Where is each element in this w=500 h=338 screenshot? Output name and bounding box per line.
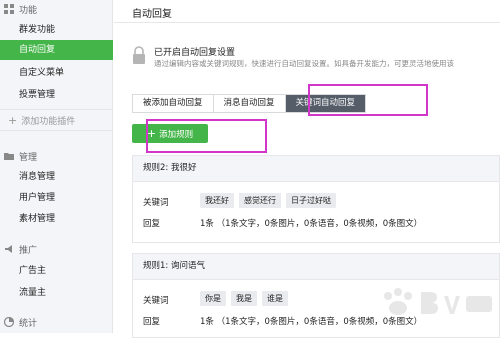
folder-icon (4, 153, 14, 160)
reply-summary: 1条 （1条文字，0条图片，0条语音，0条视频，0条图文） (200, 219, 423, 229)
sidebar-header-promo: 推广 (0, 240, 113, 258)
keyword-label: 关键词 (143, 296, 169, 306)
sidebar-header-promo-label: 推广 (19, 245, 38, 256)
rule-keywords-row: 关键词 我还好 感觉还行 日子过好哒 (133, 191, 499, 211)
keyword-tag: 感觉还行 (239, 193, 281, 208)
sidebar-section-function: 功能 群发功能 自动回复 自定义菜单 投票管理 + 添加功能插件 (0, 0, 113, 131)
tab-keyword-reply[interactable]: 关键词自动回复 (285, 95, 366, 112)
keyword-tag: 日子过好哒 (286, 193, 336, 208)
chart-icon (4, 317, 14, 327)
sidebar-section-promo: 推广 广告主 流量主 (0, 240, 113, 303)
lock-icon (133, 46, 145, 64)
keyword-tag: 谁是 (262, 291, 288, 306)
watermark-logo (384, 288, 492, 315)
keyword-tag: 你是 (200, 291, 226, 306)
sidebar-item-vote[interactable]: 投票管理 (0, 85, 113, 105)
reply-label: 回复 (143, 219, 161, 229)
rule-reply-row: 回复 1条 （1条文字，0条图片，0条语音，0条视频，0条图文） (133, 212, 499, 232)
reply-type-tabs: 被添加自动回复 消息自动回复 关键词自动回复 (132, 94, 367, 113)
megaphone-icon (5, 245, 12, 253)
sidebar-item-custom-menu[interactable]: 自定义菜单 (0, 63, 113, 83)
status-description: 通过编辑内容或关键词规则，快速进行自动回复设置。如具备开发能力，可更灵活地使用该 (154, 59, 454, 68)
sidebar-item-advertiser[interactable]: 广告主 (0, 261, 113, 281)
page-title: 自动回复 (132, 9, 172, 20)
keyword-list: 我还好 感觉还行 日子过好哒 (200, 193, 336, 208)
tab-added-reply[interactable]: 被添加自动回复 (133, 95, 214, 112)
rule-title[interactable]: 规则1: 询问语气 (133, 254, 499, 280)
sidebar-item-mass-send[interactable]: 群发功能 (0, 20, 113, 40)
add-plugin-label: 添加功能插件 (21, 116, 76, 127)
sidebar-section-manage: 管理 消息管理 用户管理 素材管理 (0, 147, 113, 229)
title-divider (114, 22, 500, 23)
add-rule-button[interactable]: + 添加规则 (132, 124, 208, 143)
sidebar: 功能 群发功能 自动回复 自定义菜单 投票管理 + 添加功能插件 管理 消息管理… (0, 0, 113, 333)
sidebar-item-materials[interactable]: 素材管理 (0, 209, 113, 229)
sidebar-item-messages[interactable]: 消息管理 (0, 167, 113, 187)
reply-label: 回复 (143, 317, 161, 327)
rule-card: 规则2: 我很好 关键词 我还好 感觉还行 日子过好哒 回复 1条 （1条文字，… (132, 155, 500, 243)
add-rule-label: 添加规则 (159, 129, 194, 140)
sidebar-item-auto-reply[interactable]: 自动回复 (0, 40, 113, 60)
keyword-label: 关键词 (143, 198, 169, 208)
tab-message-reply[interactable]: 消息自动回复 (213, 95, 286, 112)
plus-icon: + (146, 127, 157, 140)
sidebar-header-function: 功能 (0, 0, 113, 18)
keyword-list: 你是 我是 谁是 (200, 291, 288, 306)
add-plugin-button[interactable]: + 添加功能插件 (0, 109, 113, 131)
grid-icon (4, 4, 14, 14)
status-title: 已开启自动回复设置 (154, 48, 236, 58)
sidebar-item-traffic-owner[interactable]: 流量主 (0, 283, 113, 303)
plus-icon: + (8, 113, 18, 127)
sidebar-section-stats: 统计 (0, 313, 113, 331)
sidebar-header-manage-label: 管理 (19, 152, 38, 163)
sidebar-header-stats: 统计 (0, 313, 113, 331)
keyword-tag: 我是 (231, 291, 257, 306)
sidebar-item-users[interactable]: 用户管理 (0, 188, 113, 208)
sidebar-header-stats-label: 统计 (19, 318, 38, 329)
sidebar-header-manage: 管理 (0, 147, 113, 165)
sidebar-header-function-label: 功能 (19, 5, 38, 16)
rule-title[interactable]: 规则2: 我很好 (133, 156, 499, 182)
keyword-tag: 我还好 (200, 193, 234, 208)
